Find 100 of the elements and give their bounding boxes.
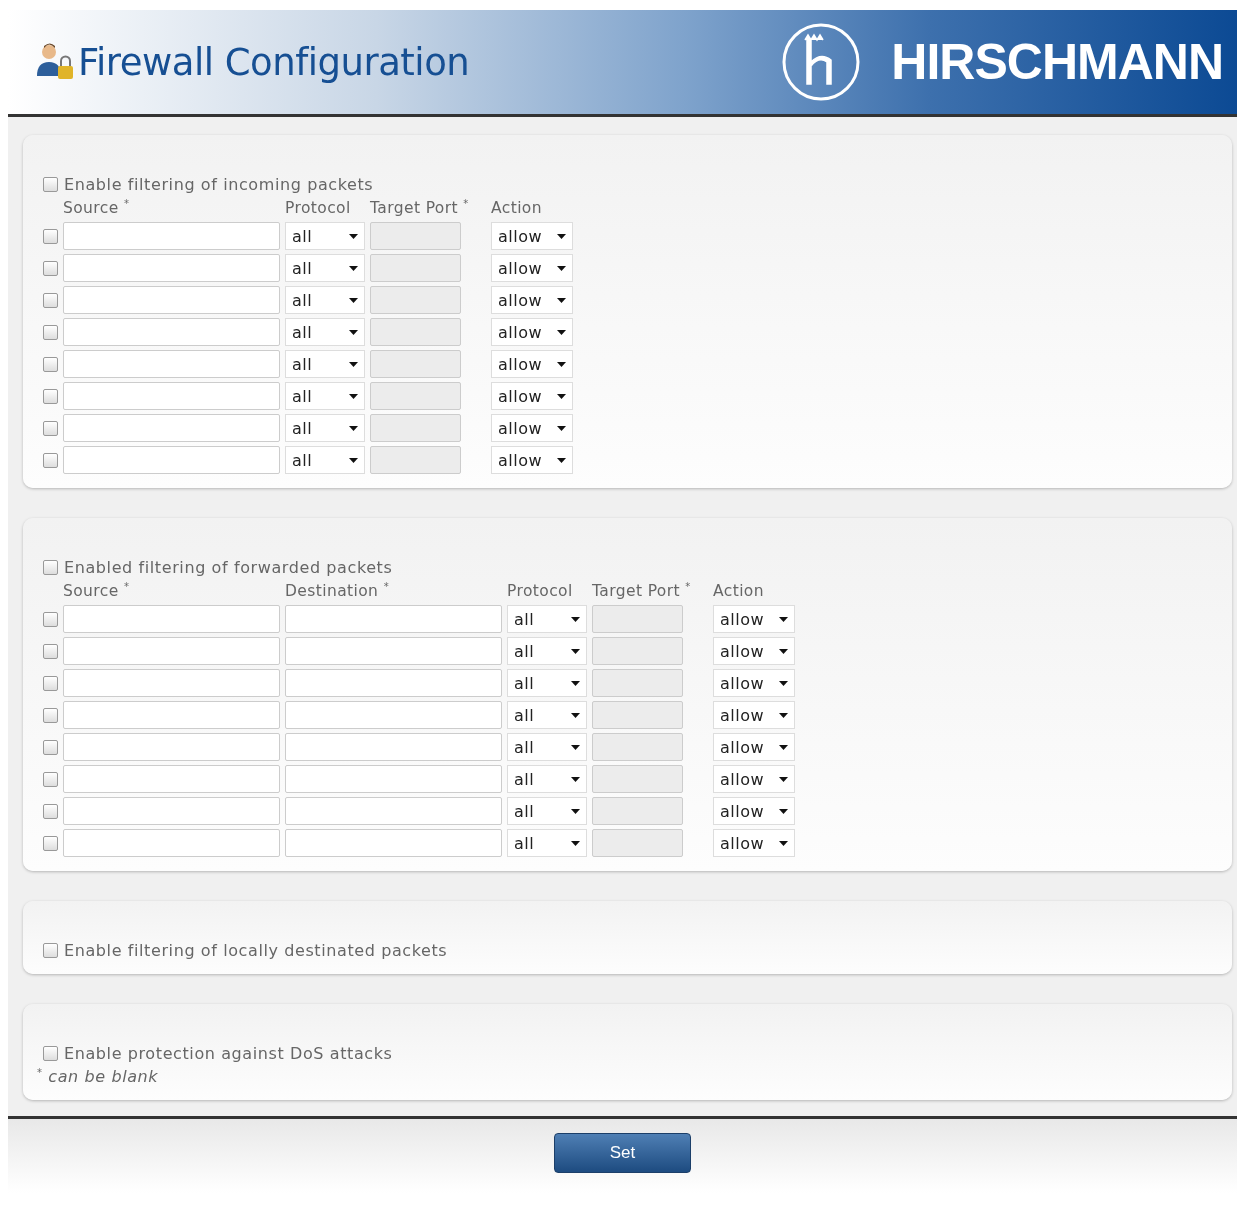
protocol-dropdown[interactable]: all [507,765,587,793]
protocol-dropdown[interactable]: all [285,414,365,442]
checkbox[interactable] [43,324,58,340]
checkbox[interactable] [43,177,58,192]
column-header: Action [713,581,764,601]
protocol-dropdown[interactable]: all [507,733,587,761]
destination-field[interactable] [285,829,502,857]
source-field[interactable] [63,765,280,793]
destination-field[interactable] [285,765,502,793]
source-field[interactable] [63,605,280,633]
protocol-dropdown[interactable]: all [507,701,587,729]
checkbox[interactable] [43,228,58,244]
protocol-dropdown[interactable]: all [285,222,365,250]
action-dropdown[interactable]: allow [713,605,795,633]
action-dropdown[interactable]: allow [713,701,795,729]
set-button[interactable]: Set [554,1133,691,1174]
source-field[interactable] [63,254,280,282]
source-field[interactable] [63,797,280,825]
action-dropdown[interactable]: allow [713,733,795,761]
source-field[interactable] [63,446,280,474]
action-dropdown[interactable]: allow [491,414,573,442]
action-dropdown[interactable]: allow [713,637,795,665]
caret-icon [779,648,788,654]
caret-icon [557,265,566,271]
protocol-dropdown[interactable]: all [507,797,587,825]
column-header: Destination $^{*}$ [285,581,390,601]
protocol-dropdown[interactable]: all [285,382,365,410]
caret-icon [349,233,358,239]
source-field[interactable] [63,637,280,665]
source-field[interactable] [63,382,280,410]
caret-icon [571,744,580,750]
checkbox[interactable] [43,1046,58,1061]
action-dropdown[interactable]: allow [491,446,573,474]
source-field[interactable] [63,286,280,314]
caret-icon [557,361,566,367]
caret-icon [571,776,580,782]
checkbox[interactable] [43,771,58,787]
action-dropdown[interactable]: allow [491,318,573,346]
checkbox[interactable] [43,943,58,958]
source-field[interactable] [63,733,280,761]
protocol-dropdown[interactable]: all [285,286,365,314]
source-field[interactable] [63,350,280,378]
checkbox[interactable] [43,675,58,691]
action-dropdown[interactable]: allow [491,286,573,314]
checkbox[interactable] [43,707,58,723]
source-field[interactable] [63,318,280,346]
checkbox[interactable] [43,803,58,819]
protocol-dropdown[interactable]: all [507,637,587,665]
checkbox[interactable] [43,356,58,372]
column-header: Target Port $^{*}$ [592,581,691,601]
checkbox[interactable] [43,643,58,659]
checkbox-label: Enabled filtering of forwarded packets [64,558,393,577]
source-field[interactable] [63,222,280,250]
action-dropdown[interactable]: allow [491,382,573,410]
checkbox[interactable] [43,292,58,308]
checkbox[interactable] [43,835,58,851]
protocol-dropdown[interactable]: all [507,829,587,857]
destination-field[interactable] [285,797,502,825]
protocol-dropdown[interactable]: all [507,669,587,697]
checkbox[interactable] [43,420,58,436]
action-dropdown[interactable]: allow [713,765,795,793]
caret-icon [557,457,566,463]
destination-field[interactable] [285,701,502,729]
action-dropdown[interactable]: allow [491,350,573,378]
destination-field[interactable] [285,637,502,665]
action-dropdown[interactable]: allow [713,669,795,697]
caret-icon [349,297,358,303]
protocol-dropdown[interactable]: all [507,605,587,633]
checkbox[interactable] [43,611,58,627]
destination-field[interactable] [285,733,502,761]
brand-name: HIRSCHMANN [891,33,1223,91]
caret-icon [779,840,788,846]
column-header: Action [491,198,542,218]
checkbox[interactable] [43,260,58,276]
protocol-dropdown[interactable]: all [285,318,365,346]
caret-icon [557,233,566,239]
column-header: Target Port $^{*}$ [370,198,469,218]
protocol-dropdown[interactable]: all [285,254,365,282]
protocol-dropdown[interactable]: all [285,350,365,378]
caret-icon [779,680,788,686]
destination-field[interactable] [285,669,502,697]
destination-field[interactable] [285,605,502,633]
caret-icon [557,425,566,431]
action-dropdown[interactable]: allow [713,797,795,825]
caret-icon [571,840,580,846]
action-dropdown[interactable]: allow [491,254,573,282]
source-field[interactable] [63,414,280,442]
source-field[interactable] [63,669,280,697]
action-dropdown[interactable]: allow [491,222,573,250]
checkbox-label: Enable filtering of locally destinated packets [64,941,448,960]
checkbox[interactable] [43,560,58,575]
source-field[interactable] [63,829,280,857]
source-field[interactable] [63,701,280,729]
caret-icon [571,616,580,622]
checkbox[interactable] [43,739,58,755]
checkbox[interactable] [43,452,58,468]
caret-icon [779,712,788,718]
protocol-dropdown[interactable]: all [285,446,365,474]
checkbox[interactable] [43,388,58,404]
action-dropdown[interactable]: allow [713,829,795,857]
